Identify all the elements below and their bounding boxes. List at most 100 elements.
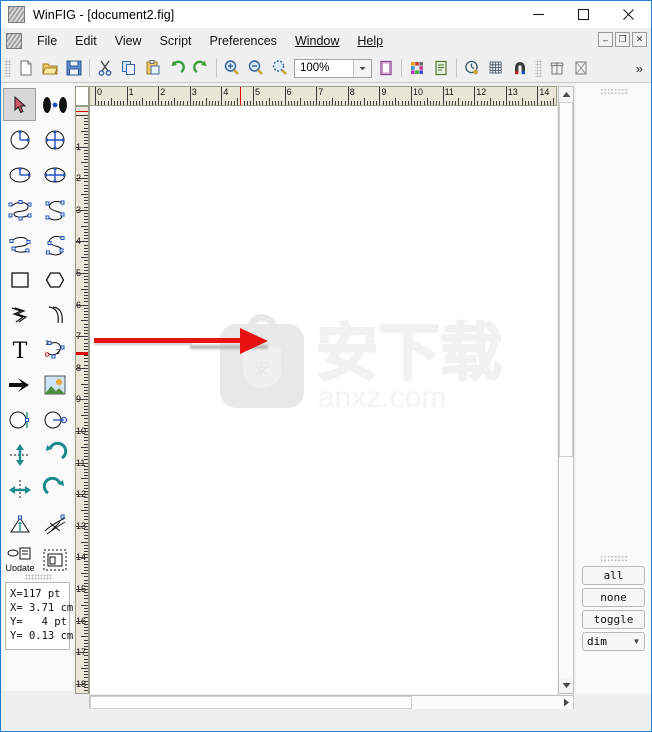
paste-button[interactable]: [141, 56, 165, 80]
menu-edit[interactable]: Edit: [66, 31, 106, 51]
coordinate-panel-grip[interactable]: [24, 574, 51, 580]
main-toolbar: 100% »: [1, 54, 651, 83]
toolbar-overflow-button[interactable]: »: [636, 61, 643, 76]
window-controls: [516, 1, 651, 28]
document-page[interactable]: 安 安下载 anxz.com: [94, 106, 545, 694]
ellipse-radius-tool[interactable]: [3, 158, 36, 191]
selection-panel-spacer: [576, 101, 651, 549]
export-button[interactable]: [569, 56, 593, 80]
library-button[interactable]: [545, 56, 569, 80]
select-tool[interactable]: [3, 88, 36, 121]
chevron-down-icon[interactable]: ▼: [629, 637, 644, 646]
maximize-button[interactable]: [561, 1, 606, 28]
vertical-scrollbar-thumb[interactable]: [559, 102, 573, 457]
flip-horizontal-tool[interactable]: [3, 473, 36, 506]
open-bezier-tool[interactable]: [38, 228, 71, 261]
zoom-level-combo[interactable]: 100%: [294, 58, 372, 78]
ruler-tick: [360, 101, 362, 105]
open-spline-tool[interactable]: [38, 193, 71, 226]
menu-view[interactable]: View: [106, 31, 151, 51]
ruler-tick: [84, 342, 88, 344]
toolbar-grip[interactable]: [4, 59, 11, 77]
copy-button[interactable]: [117, 56, 141, 80]
text-tool[interactable]: T: [3, 333, 36, 366]
hexagon-tool[interactable]: [38, 263, 71, 296]
flip-vertical-tool[interactable]: [3, 438, 36, 471]
cut-button[interactable]: [93, 56, 117, 80]
menu-file[interactable]: File: [28, 31, 66, 51]
history-button[interactable]: [460, 56, 484, 80]
ruler-tick: [344, 101, 346, 105]
selection-panel-grip-top[interactable]: [599, 88, 628, 95]
circle-center-tool[interactable]: [38, 403, 71, 436]
select-toggle-button[interactable]: toggle: [582, 610, 645, 629]
properties-button[interactable]: [429, 56, 453, 80]
mdi-minimize-button[interactable]: –: [598, 32, 613, 47]
curve-points-tool[interactable]: 12: [38, 333, 71, 366]
scroll-right-button[interactable]: [559, 696, 573, 709]
scale-tool[interactable]: [3, 508, 36, 541]
zoom-out-button[interactable]: [244, 56, 268, 80]
picture-tool[interactable]: [38, 368, 71, 401]
toolbar-grip-2[interactable]: [535, 59, 542, 77]
ruler-tick: [502, 101, 504, 105]
menu-window[interactable]: Window: [286, 31, 348, 51]
redo-button[interactable]: [189, 56, 213, 80]
ruler-tick: [369, 101, 371, 105]
menu-help[interactable]: Help: [348, 31, 392, 51]
close-button[interactable]: [606, 1, 651, 28]
horizontal-scrollbar-thumb[interactable]: [90, 696, 412, 709]
polyline-tool[interactable]: [3, 298, 36, 331]
ruler-tick: [84, 298, 88, 300]
grid-button[interactable]: [484, 56, 508, 80]
ruler-tick: [76, 241, 88, 243]
arrow-tool[interactable]: [3, 368, 36, 401]
ruler-tick: [442, 87, 444, 105]
zoom-fit-button[interactable]: [268, 56, 292, 80]
rectangle-tool[interactable]: [3, 263, 36, 296]
ellipse-diameter-tool[interactable]: [38, 158, 71, 191]
ruler-label: 3: [191, 87, 197, 97]
circle-radius-tool[interactable]: [3, 123, 36, 156]
circle-diameter-tool[interactable]: [38, 123, 71, 156]
open-file-button[interactable]: [38, 56, 62, 80]
save-file-button[interactable]: [62, 56, 86, 80]
selection-panel-grip[interactable]: [599, 555, 628, 562]
drawing-canvas[interactable]: 安 安下载 anxz.com: [89, 106, 557, 694]
page-setup-button[interactable]: [374, 56, 398, 80]
closed-bezier-tool[interactable]: [3, 228, 36, 261]
select-none-button[interactable]: none: [582, 588, 645, 607]
ruler-label: 14: [539, 87, 550, 97]
minimize-button[interactable]: [516, 1, 561, 28]
closed-spline-tool[interactable]: [3, 193, 36, 226]
new-file-button[interactable]: [14, 56, 38, 80]
svg-text:2: 2: [56, 349, 60, 356]
zoom-in-button[interactable]: [220, 56, 244, 80]
vertical-ruler[interactable]: 123456789101112131415161718: [75, 106, 89, 694]
arc-tool[interactable]: [38, 298, 71, 331]
ruler-tick: [84, 377, 88, 379]
menu-script[interactable]: Script: [151, 31, 201, 51]
shear-tool[interactable]: [38, 508, 71, 541]
ruler-tick: [84, 497, 88, 499]
vertical-scrollbar[interactable]: [558, 86, 574, 694]
undo-button[interactable]: [165, 56, 189, 80]
select-all-button[interactable]: all: [582, 566, 645, 585]
scroll-down-button[interactable]: [559, 678, 573, 693]
ruler-tick: [354, 101, 356, 105]
ruler-tick: [84, 592, 88, 594]
circle-edge-tool[interactable]: [3, 403, 36, 436]
rotate-ccw-tool[interactable]: [38, 438, 71, 471]
horizontal-scrollbar[interactable]: [89, 695, 574, 710]
rotate-cw-tool[interactable]: [38, 473, 71, 506]
mdi-close-button[interactable]: ✕: [632, 32, 647, 47]
snap-magnet-button[interactable]: [508, 56, 532, 80]
align-points-tool[interactable]: [38, 88, 71, 121]
mdi-restore-button[interactable]: ❐: [615, 32, 630, 47]
color-palette-button[interactable]: [405, 56, 429, 80]
horizontal-ruler[interactable]: 0 1 2 3 4 5 6 7 8 9 10 11 12 13 14: [89, 86, 557, 106]
depth-mode-dropdown[interactable]: dim ▼: [582, 632, 645, 651]
scroll-up-button[interactable]: [559, 87, 573, 102]
chevron-down-icon[interactable]: [353, 59, 371, 77]
menu-preferences[interactable]: Preferences: [201, 31, 286, 51]
